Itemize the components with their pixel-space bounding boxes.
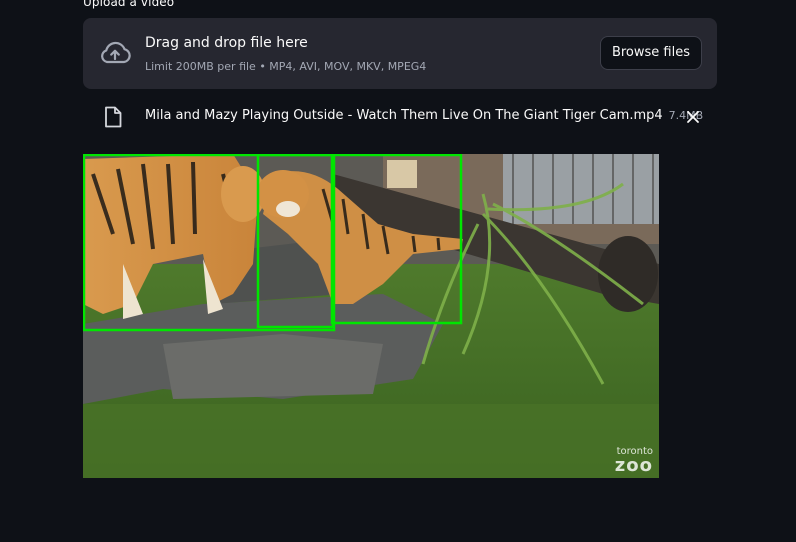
uploaded-file-row: Mila and Mazy Playing Outside - Watch Th… xyxy=(83,100,717,134)
uploaded-file-name: Mila and Mazy Playing Outside - Watch Th… xyxy=(145,108,703,123)
video-frame-image xyxy=(83,154,659,478)
app-root: Upload a video Drag and drop file here L… xyxy=(0,0,796,542)
browse-files-button[interactable]: Browse files xyxy=(599,36,702,70)
dropzone-limits: Limit 200MB per file • MP4, AVI, MOV, MK… xyxy=(145,60,427,73)
zoo-watermark-logo: toronto zoo xyxy=(615,447,653,475)
watermark-line2: zoo xyxy=(614,455,653,476)
file-icon xyxy=(105,106,122,128)
dropzone-title: Drag and drop file here xyxy=(145,35,308,51)
close-icon[interactable] xyxy=(685,109,701,125)
video-player[interactable]: toronto zoo xyxy=(83,154,659,478)
uploader-label: Upload a video xyxy=(83,0,175,9)
file-name-text: Mila and Mazy Playing Outside - Watch Th… xyxy=(145,108,663,123)
file-dropzone[interactable]: Drag and drop file here Limit 200MB per … xyxy=(83,18,717,89)
cloud-upload-icon xyxy=(101,41,131,64)
